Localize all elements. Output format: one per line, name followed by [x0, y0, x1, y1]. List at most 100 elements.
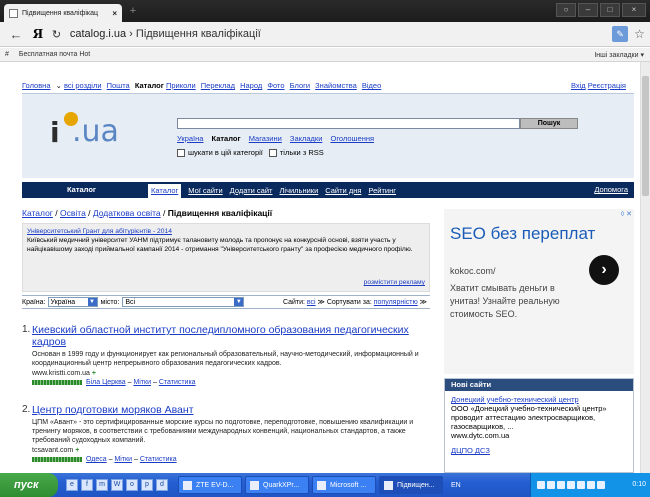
country-select[interactable]: Україна ▼: [47, 297, 98, 307]
result-title-link[interactable]: Киевский областной институт последипломн…: [32, 324, 432, 348]
promo-title[interactable]: Університетський Грант для абітурієнтів …: [27, 227, 425, 236]
result-tags-link[interactable]: Мітки: [133, 379, 151, 386]
taskbar-item[interactable]: QuarkXPr...: [245, 476, 309, 494]
add-plus-icon[interactable]: +: [92, 370, 96, 377]
ad-headline[interactable]: SEO без переплат: [450, 223, 595, 244]
minimize-button[interactable]: –: [578, 3, 598, 17]
tab-title: Підвищення кваліфікац: [22, 9, 99, 17]
yandex-logo-icon[interactable]: Я: [30, 27, 46, 41]
breadcrumb-catalog[interactable]: Каталог: [22, 208, 53, 218]
menu-dating[interactable]: Знайомства: [315, 81, 357, 90]
clock[interactable]: 0:10: [632, 481, 646, 489]
menu-all-sections[interactable]: всі розділи: [64, 81, 102, 90]
menu-translate[interactable]: Переклад: [201, 81, 235, 90]
browser-tab[interactable]: Підвищення кваліфікац ×: [4, 4, 122, 22]
quicklaunch-icon[interactable]: f: [81, 479, 93, 491]
catalog-nav-my-sites[interactable]: Мої сайти: [188, 186, 222, 195]
maximize-button[interactable]: □: [600, 3, 620, 17]
new-site-title-link[interactable]: ДЦПО ДСЗ: [451, 446, 627, 455]
catalog-nav-sites-of-day[interactable]: Сайти дня: [325, 186, 361, 195]
breadcrumb-additional-education[interactable]: Додаткова освіта: [93, 208, 161, 218]
tab-close-icon[interactable]: ×: [112, 9, 117, 18]
new-tab-button[interactable]: +: [126, 6, 140, 18]
taskbar-item-active[interactable]: Підвищен...: [379, 476, 443, 494]
scrollbar-thumb[interactable]: [642, 76, 649, 196]
register-link[interactable]: Реєстрація: [588, 81, 626, 90]
quicklaunch-icon[interactable]: W: [111, 479, 123, 491]
browser-title-bar: Підвищення кваліфікац × + ○ – □ ×: [0, 0, 650, 22]
search-options: шукати в цій категорії тільки з RSS: [177, 148, 324, 157]
tab-shops[interactable]: Магазини: [249, 134, 282, 143]
bookmark-item[interactable]: Бесплатная почта Hot: [19, 51, 90, 58]
close-window-button[interactable]: ×: [622, 3, 646, 17]
result-stats-link[interactable]: Статистика: [140, 456, 177, 463]
start-button[interactable]: пуск: [0, 473, 58, 497]
taskbar-item[interactable]: ZTE EV-D...: [178, 476, 242, 494]
catalog-nav-counters[interactable]: Лічильники: [279, 186, 318, 195]
sort-link[interactable]: популярністю: [374, 299, 418, 306]
quicklaunch-icon[interactable]: e: [66, 479, 78, 491]
quicklaunch-icon[interactable]: m: [96, 479, 108, 491]
other-bookmarks[interactable]: Інші закладки ▾: [594, 51, 644, 59]
menu-narod[interactable]: Народ: [240, 81, 262, 90]
new-site-title-link[interactable]: Донецкий учебно-технический центр: [451, 395, 627, 404]
tray-icon[interactable]: [557, 481, 565, 489]
taskbar-item[interactable]: Microsoft ...: [312, 476, 376, 494]
catalog-nav-add-site[interactable]: Додати сайт: [230, 186, 273, 195]
place-ad-link[interactable]: розмістити рекламу: [364, 278, 425, 287]
tray-icon[interactable]: [587, 481, 595, 489]
tab-ukraine[interactable]: Україна: [177, 134, 203, 143]
tab-bookmarks[interactable]: Закладки: [290, 134, 322, 143]
result-city-link[interactable]: Одеса: [86, 456, 107, 463]
search-button[interactable]: Пошук: [520, 118, 578, 129]
tray-icon[interactable]: [537, 481, 545, 489]
new-sites-header: Нові сайти: [445, 379, 633, 391]
bookmark-star-icon[interactable]: ☆: [634, 27, 650, 41]
ad-close-icon[interactable]: ◊ ✕: [621, 210, 632, 218]
ad-block[interactable]: ◊ ✕ SEO без переплат kokoc.com/ Хватит с…: [444, 209, 634, 374]
promo-block: Університетський Грант для абітурієнтів …: [22, 223, 430, 292]
quicklaunch-icon[interactable]: p: [141, 479, 153, 491]
sites-filter-link[interactable]: всі: [307, 299, 316, 306]
page-scrollbar[interactable]: [640, 62, 650, 473]
breadcrumb-education[interactable]: Освіта: [60, 208, 86, 218]
promo-text: Київський медичний університет УАНМ підт…: [27, 237, 413, 253]
catalog-nav-catalog[interactable]: Каталог: [148, 184, 182, 198]
city-select[interactable]: Всі ▼: [122, 297, 245, 307]
menu-photo[interactable]: Фото: [267, 81, 284, 90]
menu-blogs[interactable]: Блоги: [290, 81, 310, 90]
chevron-down-icon[interactable]: ⌄: [56, 81, 62, 90]
result-stats-link[interactable]: Статистика: [159, 379, 196, 386]
quicklaunch-icon[interactable]: d: [156, 479, 168, 491]
tray-icon[interactable]: [597, 481, 605, 489]
taskbar: пуск e f m W o p d ZTE EV-D... QuarkXPr.…: [0, 473, 650, 497]
menu-video[interactable]: Відео: [362, 81, 381, 90]
arrow-right-icon[interactable]: ›: [589, 255, 619, 285]
add-plus-icon[interactable]: +: [75, 447, 79, 454]
menu-mail[interactable]: Пошта: [107, 81, 130, 90]
menu-jokes[interactable]: Приколи: [166, 81, 196, 90]
iua-logo[interactable]: i .ua: [50, 112, 122, 149]
result-title-link[interactable]: Центр подготовки моряков Авант: [32, 404, 432, 416]
start-label: пуск: [14, 479, 39, 491]
pen-extension-icon[interactable]: ✎: [612, 26, 629, 42]
back-arrow-icon[interactable]: ←: [8, 27, 24, 42]
quicklaunch-icon[interactable]: o: [126, 479, 138, 491]
result-tags-link[interactable]: Мітки: [114, 456, 132, 463]
result-city-link[interactable]: Біла Церква: [86, 379, 126, 386]
help-link[interactable]: Допомога: [594, 185, 628, 194]
catalog-nav-rating[interactable]: Рейтинг: [368, 186, 396, 195]
tray-icon[interactable]: [567, 481, 575, 489]
login-link[interactable]: Вхід: [571, 81, 586, 90]
address-bar[interactable]: catalog.i.ua › Підвищення кваліфікації: [70, 28, 608, 40]
tray-icon[interactable]: [547, 481, 555, 489]
menu-home[interactable]: Головна: [22, 81, 51, 90]
reload-icon[interactable]: ↻: [52, 28, 66, 41]
tray-icon[interactable]: [577, 481, 585, 489]
category-checkbox[interactable]: [177, 148, 185, 157]
rss-checkbox[interactable]: [268, 148, 277, 157]
tab-ads[interactable]: Оголошення: [330, 134, 374, 143]
search-input[interactable]: [177, 118, 520, 129]
language-indicator[interactable]: EN: [451, 482, 461, 489]
user-icon[interactable]: ○: [556, 3, 576, 17]
